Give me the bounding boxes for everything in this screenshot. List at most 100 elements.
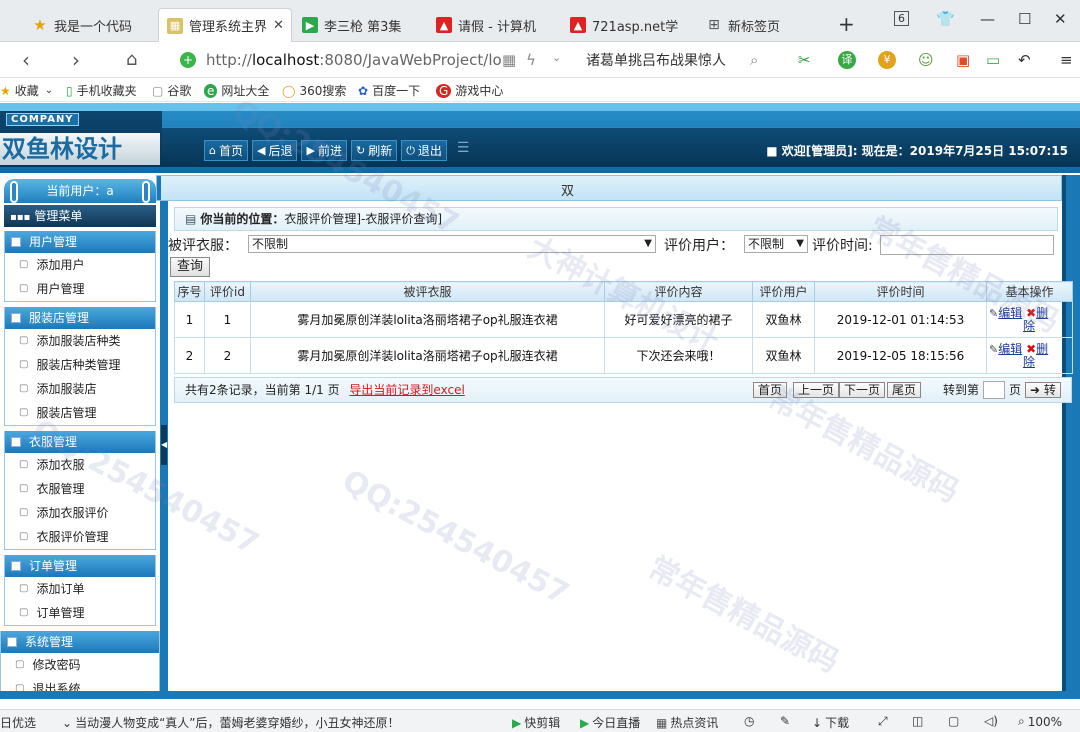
tab-count-badge[interactable]: 6 bbox=[894, 11, 909, 26]
content-subbar: 双 bbox=[156, 175, 1062, 201]
query-button[interactable]: 查询 bbox=[170, 257, 210, 277]
home-icon[interactable]: ⌂ bbox=[126, 49, 137, 70]
shirt-icon[interactable]: 👕 bbox=[936, 10, 955, 28]
goto-page-input[interactable] bbox=[983, 381, 1005, 399]
delete-link-wrap[interactable]: 除 bbox=[1023, 355, 1035, 369]
battery-icon[interactable]: ▭ bbox=[986, 51, 1000, 69]
bookmark-360[interactable]: ◯ 360搜索 bbox=[282, 82, 346, 99]
menu-group-title[interactable]: 系统管理 bbox=[1, 631, 159, 653]
forward-arrow-icon[interactable]: › bbox=[72, 48, 80, 72]
menu-item[interactable]: ▢ 添加衣服 bbox=[5, 453, 155, 477]
delete-link[interactable]: 删 bbox=[1036, 306, 1048, 320]
menu-item[interactable]: ▢ 添加订单 bbox=[5, 577, 155, 601]
menu-group-title[interactable]: 订单管理 bbox=[5, 555, 155, 577]
undo-icon[interactable]: ↶ bbox=[1018, 51, 1031, 69]
bookmark-mobile[interactable]: ▯ 手机收藏夹 bbox=[66, 82, 137, 99]
edit-link[interactable]: 编辑 bbox=[998, 342, 1022, 356]
nav-back-button[interactable]: ◀ 后退 bbox=[252, 140, 298, 161]
zoom-level[interactable]: ⌕ 100% bbox=[1018, 714, 1062, 729]
nav-home-button[interactable]: ⌂ 首页 bbox=[204, 140, 248, 161]
search-input[interactable]: 诸葛单挑吕布战果惊人 bbox=[586, 50, 726, 70]
prev-page-button[interactable]: 上一页 bbox=[793, 382, 840, 398]
menu-item-user-manage[interactable]: ▢ 用户管理 bbox=[5, 277, 155, 301]
menu-item[interactable]: ▢ 添加衣服评价 bbox=[5, 501, 155, 525]
col-header: 评价id bbox=[204, 281, 251, 302]
pin-tool-icon[interactable]: ✎ bbox=[780, 714, 790, 728]
lightning-icon[interactable]: ϟ bbox=[526, 51, 536, 69]
speed-icon[interactable]: ◷ bbox=[744, 714, 754, 728]
menu-group-title[interactable]: 服装店管理 bbox=[5, 307, 155, 329]
bookmark-hao[interactable]: e 网址大全 bbox=[204, 82, 269, 99]
nav-logout-button[interactable]: ⏻ 退出 bbox=[401, 140, 447, 161]
minimize-icon[interactable]: — bbox=[980, 10, 995, 28]
close-window-icon[interactable]: ✕ bbox=[1054, 10, 1067, 28]
edit-link[interactable]: 编辑 bbox=[998, 306, 1022, 320]
window-icon[interactable]: ▢ bbox=[948, 714, 959, 728]
sidebar-splitter[interactable]: ◀ bbox=[160, 175, 168, 691]
go-button[interactable]: ➜ 转 bbox=[1025, 382, 1061, 398]
menu-item[interactable]: ▢ 添加服装店种类 bbox=[5, 329, 155, 353]
scissors-icon[interactable]: ✂ bbox=[798, 51, 811, 69]
first-page-button[interactable]: 首页 bbox=[753, 382, 788, 398]
apps-icon[interactable]: ▣ bbox=[956, 51, 970, 69]
menu-item-label: 添加衣服 bbox=[36, 458, 85, 472]
browser-tab[interactable]: ▲ 请假 - 计算机 bbox=[428, 8, 558, 42]
browser-tab-active[interactable]: ▦ 管理系统主界 ✕ bbox=[158, 8, 292, 42]
close-tab-icon[interactable]: ✕ bbox=[273, 18, 284, 33]
menu-item-logout[interactable]: ▢ 退出系统 bbox=[1, 677, 159, 691]
browser-tab[interactable]: ⊞ 新标签页 bbox=[698, 8, 828, 42]
news-ticker[interactable]: ⌄ 当动漫人物变成“真人”后，蕾姆老婆穿婚纱，小丑女神还原！ bbox=[62, 714, 400, 731]
status-item-clip[interactable]: ▶ 快剪辑 bbox=[512, 714, 560, 731]
menu-item[interactable]: ▢ 服装店管理 bbox=[5, 401, 155, 425]
url-input[interactable]: + http:// localhost :8080/JavaWebProject… bbox=[180, 46, 580, 74]
browser-tab[interactable]: ▲ 721asp.net学 bbox=[562, 8, 696, 42]
menu-item[interactable]: ▢ 衣服管理 bbox=[5, 477, 155, 501]
nav-forward-button[interactable]: ▶ 前进 bbox=[301, 140, 347, 161]
image-icon[interactable]: ☺ bbox=[918, 51, 934, 69]
menu-item-change-password[interactable]: ▢ 修改密码 bbox=[1, 653, 159, 677]
status-item-news[interactable]: ▦ 热点资讯 bbox=[656, 714, 718, 731]
menu-group-title[interactable]: 用户管理 bbox=[5, 231, 155, 253]
menu-item[interactable]: ▢ 服装店种类管理 bbox=[5, 353, 155, 377]
status-item-live[interactable]: ▶ 今日直播 bbox=[580, 714, 640, 731]
bookmark-google[interactable]: ▢ 谷歌 bbox=[152, 82, 191, 99]
status-item-download[interactable]: ↓ 下载 bbox=[812, 714, 849, 731]
menu-item[interactable]: ▢ 添加服装店 bbox=[5, 377, 155, 401]
browser-tab[interactable]: ★ 我是一个代码 bbox=[24, 8, 156, 42]
chevron-down-icon[interactable]: ⌄ bbox=[552, 51, 561, 64]
new-tab-icon[interactable]: + bbox=[838, 12, 855, 36]
collapse-arrow-icon[interactable]: ◀ bbox=[161, 425, 167, 465]
bookmark-games[interactable]: G 游戏中心 bbox=[436, 82, 503, 99]
delete-link[interactable]: 删 bbox=[1036, 342, 1048, 356]
maximize-icon[interactable]: ☐ bbox=[1018, 10, 1031, 28]
next-page-button[interactable]: 下一页 bbox=[839, 382, 886, 398]
user-select[interactable]: 不限制 ▼ bbox=[744, 235, 808, 253]
time-input[interactable] bbox=[880, 235, 1054, 255]
menu-group-title[interactable]: 衣服管理 bbox=[5, 431, 155, 453]
screenshot-icon[interactable]: ◫ bbox=[912, 714, 923, 728]
coin-icon[interactable]: ¥ bbox=[878, 51, 896, 69]
review-table: 序号 评价id 被评衣服 评价内容 评价用户 评价时间 基本操作 1 1 雾月加… bbox=[174, 281, 1073, 374]
nav-refresh-button[interactable]: ↻ 刷新 bbox=[350, 140, 398, 161]
secure-site-icon: + bbox=[180, 52, 196, 68]
qr-icon[interactable]: ▦ bbox=[502, 51, 516, 69]
bookmark-favorites[interactable]: ★ 收藏 ⌄ bbox=[0, 82, 53, 99]
translate-icon[interactable]: 译 bbox=[838, 51, 856, 69]
fullscreen-icon[interactable]: ⤢ bbox=[878, 714, 888, 729]
volume-icon[interactable]: ◁) bbox=[984, 714, 998, 728]
tab-title: 李三枪 第3集 bbox=[324, 19, 402, 35]
browser-tab[interactable]: ▶ 李三枪 第3集 bbox=[294, 8, 422, 42]
menu-item[interactable]: ▢ 订单管理 bbox=[5, 601, 155, 625]
status-left[interactable]: 日优选 bbox=[0, 714, 36, 731]
menu-item-review-manage[interactable]: ▢ 衣服评价管理 bbox=[5, 525, 155, 549]
clothes-select[interactable]: 不限制 ▼ bbox=[248, 235, 656, 253]
power-icon: ⏻ bbox=[406, 143, 415, 157]
bookmark-baidu[interactable]: ✿ 百度一下 bbox=[358, 82, 420, 99]
back-arrow-icon[interactable]: ‹ bbox=[22, 48, 30, 72]
search-icon[interactable]: ⌕ bbox=[750, 51, 758, 69]
menu-icon[interactable]: ≡ bbox=[1060, 51, 1073, 69]
last-page-button[interactable]: 尾页 bbox=[887, 382, 922, 398]
delete-link-wrap[interactable]: 除 bbox=[1023, 319, 1035, 333]
export-excel-link[interactable]: 导出当前记录到excel bbox=[349, 383, 464, 397]
menu-item-add-user[interactable]: ▢ 添加用户 bbox=[5, 253, 155, 277]
